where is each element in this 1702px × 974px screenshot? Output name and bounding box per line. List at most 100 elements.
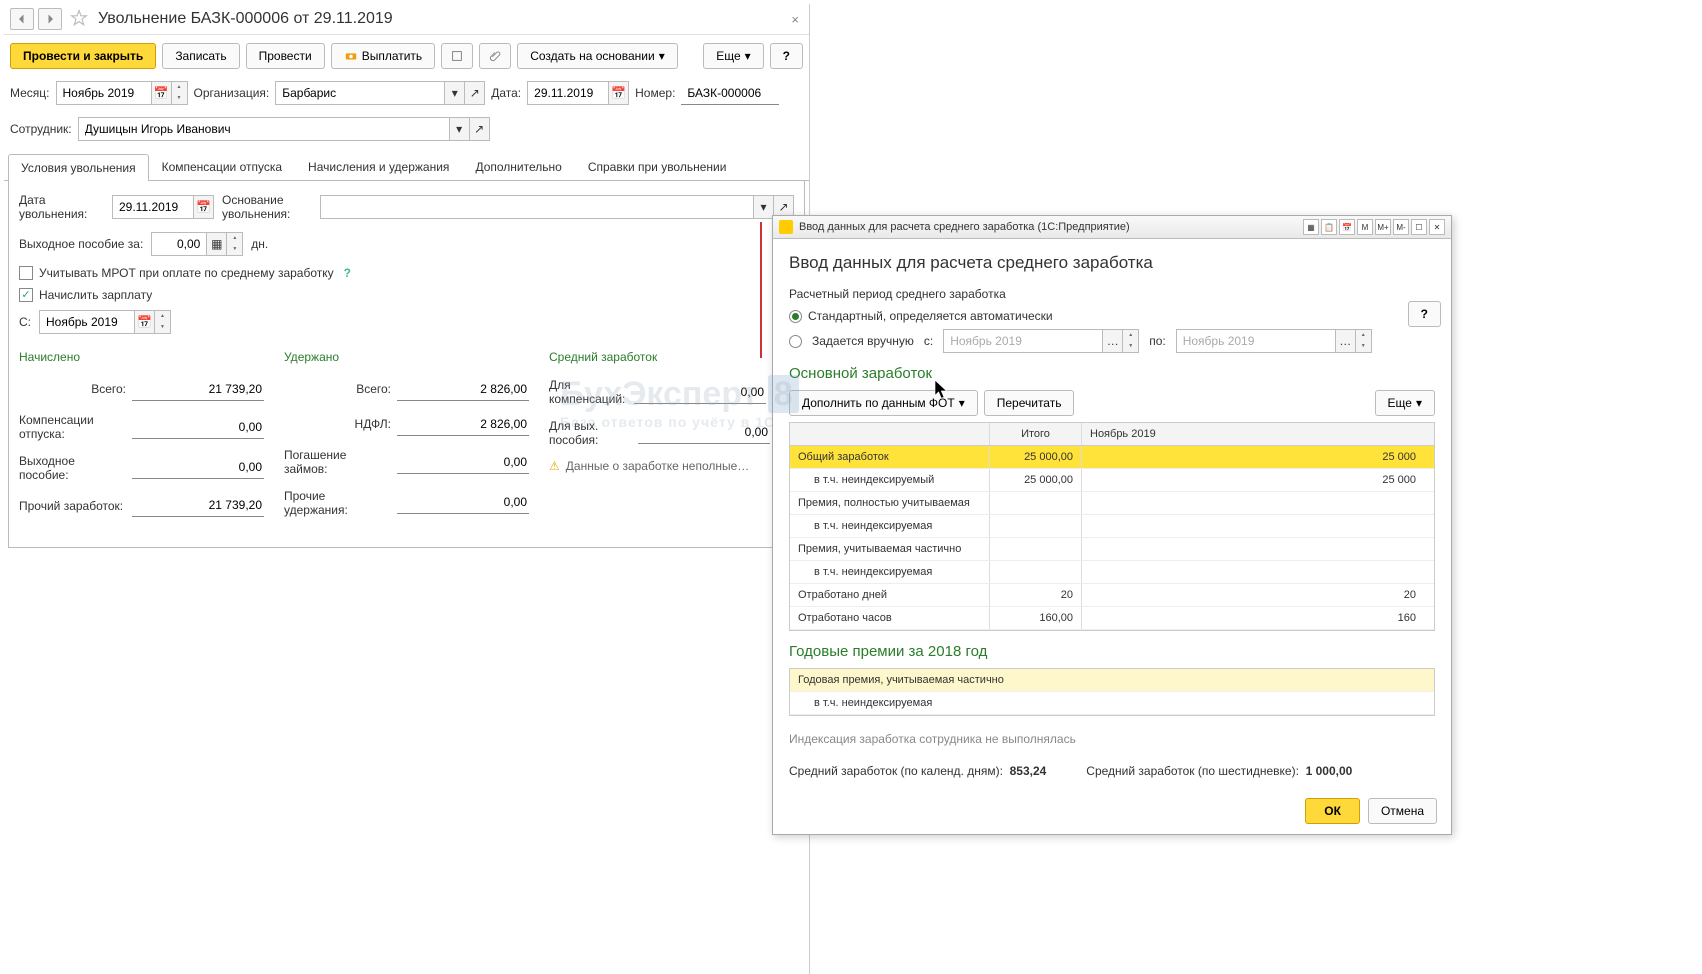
calc-icon[interactable]: ▦ [207, 232, 227, 256]
chevron-down-icon[interactable]: ▾ [445, 81, 465, 105]
row-month [1082, 538, 1434, 560]
warning-icon: ⚠ [549, 459, 560, 473]
chevron-down-icon: ▾ [959, 396, 965, 410]
table-row[interactable]: Премия, учитываемая частично [790, 538, 1434, 561]
org-input[interactable] [275, 81, 445, 105]
modal-help-button[interactable]: ? [1408, 301, 1441, 327]
table-row[interactable]: Премия, полностью учитываемая [790, 492, 1434, 515]
period-to-spinner[interactable]: ▲▼ [1356, 329, 1372, 353]
earnings-table[interactable]: Итого Ноябрь 2019 Общий заработок 25 000… [789, 422, 1435, 631]
period-from-input[interactable] [943, 329, 1103, 353]
mode-manual-radio[interactable] [789, 335, 802, 348]
create-based-button[interactable]: Создать на основании ▾ [517, 43, 678, 69]
open-icon[interactable]: ↗ [470, 117, 490, 141]
filter-row-1: Месяц: 📅 ▲▼ Организация: ▾ ↗ Дата: 📅 Ном… [4, 77, 809, 113]
back-button[interactable] [10, 8, 34, 30]
pay-button[interactable]: Выплатить [331, 43, 436, 69]
bonus-table[interactable]: Годовая премия, учитываемая частичнов т.… [789, 668, 1435, 716]
wb-close[interactable]: ✕ [1429, 219, 1445, 235]
calendar-icon[interactable]: 📅 [152, 81, 172, 105]
tab-vacation-comp[interactable]: Компенсации отпуска [149, 153, 295, 180]
calendar-icon[interactable]: 📅 [135, 310, 155, 334]
modal-more-button[interactable]: Еще ▾ [1375, 390, 1435, 416]
cancel-button[interactable]: Отмена [1368, 798, 1437, 824]
employee-input[interactable] [78, 117, 450, 141]
forward-button[interactable] [38, 8, 62, 30]
calendar-icon[interactable]: 📅 [194, 195, 214, 219]
row-month [1082, 515, 1434, 537]
write-button[interactable]: Записать [162, 43, 239, 69]
wb-icon-2[interactable]: 📋 [1321, 219, 1337, 235]
from-month-input[interactable] [39, 310, 135, 334]
month-input[interactable] [56, 81, 152, 105]
wb-m[interactable]: M [1357, 219, 1373, 235]
ellipsis-icon[interactable]: … [1336, 329, 1356, 353]
warning-text: Данные о заработке неполные… [566, 459, 750, 473]
mrot-checkbox[interactable] [19, 266, 33, 280]
row-total: 25 000,00 [990, 446, 1082, 468]
tab-certificates[interactable]: Справки при увольнении [575, 153, 740, 180]
attach-button[interactable] [479, 43, 511, 69]
date-input[interactable] [527, 81, 609, 105]
close-icon[interactable]: × [787, 12, 803, 27]
table-row[interactable]: Годовая премия, учитываемая частично [790, 669, 1434, 692]
table-row[interactable]: Отработано дней 20 20 [790, 584, 1434, 607]
row-label: в т.ч. неиндексируемая [790, 561, 990, 583]
favorite-icon[interactable] [70, 9, 90, 29]
row-month: 160 [1082, 607, 1434, 629]
row-total [990, 515, 1082, 537]
tab-strip: Условия увольнения Компенсации отпуска Н… [4, 149, 809, 181]
row-total: 20 [990, 584, 1082, 606]
reread-button[interactable]: Перечитать [984, 390, 1075, 416]
table-row[interactable]: в т.ч. неиндексируемая [790, 515, 1434, 538]
severance-input[interactable] [151, 232, 207, 256]
wb-minimize[interactable]: ☐ [1411, 219, 1427, 235]
period-to-input[interactable] [1176, 329, 1336, 353]
table-row[interactable]: в т.ч. неиндексируемый 25 000,00 25 000 [790, 469, 1434, 492]
pay-label: Выплатить [362, 49, 423, 63]
row-label: Отработано часов [790, 607, 990, 629]
tab-conditions[interactable]: Условия увольнения [8, 154, 149, 181]
wb-mplus[interactable]: M+ [1375, 219, 1391, 235]
calendar-icon[interactable]: 📅 [609, 81, 629, 105]
tab-accruals[interactable]: Начисления и удержания [295, 153, 462, 180]
wb-mminus[interactable]: M- [1393, 219, 1409, 235]
table-row[interactable]: в т.ч. неиндексируемая [790, 692, 1434, 715]
col-1-header [790, 423, 990, 445]
table-row[interactable]: в т.ч. неиндексируемая [790, 561, 1434, 584]
other-held-label: Прочие удержания: [284, 489, 391, 518]
avg-title: Средний заработок [549, 350, 794, 364]
severance-spinner[interactable]: ▲▼ [227, 232, 243, 256]
row-month: 20 [1082, 584, 1434, 606]
row-label: Премия, учитываемая частично [790, 538, 990, 560]
ok-button[interactable]: ОК [1305, 798, 1360, 824]
modal-title: Ввод данных для расчета среднего заработ… [789, 253, 1435, 273]
open-icon[interactable]: ↗ [465, 81, 485, 105]
question-icon[interactable]: ? [344, 266, 351, 280]
post-button[interactable]: Провести [246, 43, 325, 69]
post-and-close-button[interactable]: Провести и закрыть [10, 43, 156, 69]
period-from-spinner[interactable]: ▲▼ [1123, 329, 1139, 353]
ndfl-label: НДФЛ: [284, 417, 391, 431]
month-spinner[interactable]: ▲▼ [172, 81, 188, 105]
summary-block: Начислено Всего: Компенсации отпуска: Вы… [19, 344, 794, 536]
wb-icon-3[interactable]: 📅 [1339, 219, 1355, 235]
fire-date-input[interactable] [112, 195, 194, 219]
chevron-down-icon[interactable]: ▾ [450, 117, 470, 141]
basis-input[interactable] [320, 195, 754, 219]
held-title: Удержано [284, 350, 529, 364]
wb-icon-1[interactable]: ▦ [1303, 219, 1319, 235]
more-button[interactable]: Еще ▾ [703, 43, 763, 69]
table-row[interactable]: Общий заработок 25 000,00 25 000 [790, 446, 1434, 469]
tab-additional[interactable]: Дополнительно [462, 153, 574, 180]
fill-fot-button[interactable]: Дополнить по данным ФОТ ▾ [789, 390, 978, 416]
chevron-down-icon[interactable]: ▾ [754, 195, 774, 219]
ellipsis-icon[interactable]: … [1103, 329, 1123, 353]
print-button[interactable] [441, 43, 473, 69]
accrue-salary-checkbox[interactable] [19, 288, 33, 302]
table-row[interactable]: Отработано часов 160,00 160 [790, 607, 1434, 630]
mode-standard-radio[interactable] [789, 310, 802, 323]
ndfl-value [397, 413, 529, 436]
help-button[interactable]: ? [770, 43, 803, 69]
from-spinner[interactable]: ▲▼ [155, 310, 171, 334]
